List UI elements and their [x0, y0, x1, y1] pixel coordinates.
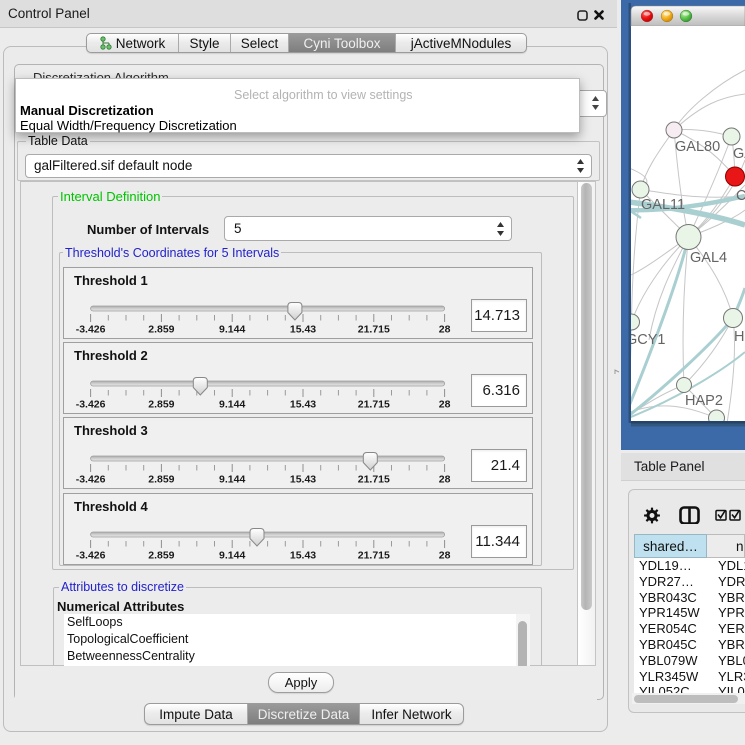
svg-text:2.859: 2.859	[148, 474, 174, 486]
svg-text:GAL4: GAL4	[690, 250, 727, 266]
svg-text:15.43: 15.43	[290, 550, 316, 562]
svg-text:C: C	[736, 188, 745, 204]
svg-text:GAL80: GAL80	[675, 139, 720, 155]
svg-text:9.144: 9.144	[219, 474, 245, 486]
svg-text:28: 28	[439, 550, 451, 562]
svg-text:28: 28	[439, 324, 451, 336]
svg-text:9.144: 9.144	[219, 399, 245, 411]
svg-text:2.859: 2.859	[148, 324, 174, 336]
svg-text:28: 28	[439, 399, 451, 411]
svg-text:15.43: 15.43	[290, 324, 316, 336]
svg-text:GAL11: GAL11	[641, 197, 685, 213]
svg-text:21.715: 21.715	[358, 399, 390, 411]
svg-text:H: H	[734, 329, 744, 345]
svg-text:GA: GA	[733, 146, 745, 162]
svg-text:HAP2: HAP2	[685, 393, 723, 409]
svg-text:GCY1: GCY1	[626, 332, 666, 348]
svg-text:-3.426: -3.426	[76, 324, 106, 336]
svg-text:21.715: 21.715	[358, 324, 390, 336]
svg-text:-3.426: -3.426	[76, 399, 106, 411]
svg-text:21.715: 21.715	[358, 474, 390, 486]
svg-text:2.859: 2.859	[148, 399, 174, 411]
svg-text:2.859: 2.859	[148, 550, 174, 562]
svg-text:15.43: 15.43	[290, 474, 316, 486]
svg-text:15.43: 15.43	[290, 399, 316, 411]
svg-text:21.715: 21.715	[358, 550, 390, 562]
svg-text:-3.426: -3.426	[76, 550, 106, 562]
svg-text:-3.426: -3.426	[76, 474, 106, 486]
svg-text:9.144: 9.144	[219, 550, 245, 562]
svg-text:28: 28	[439, 474, 451, 486]
svg-text:9.144: 9.144	[219, 324, 245, 336]
